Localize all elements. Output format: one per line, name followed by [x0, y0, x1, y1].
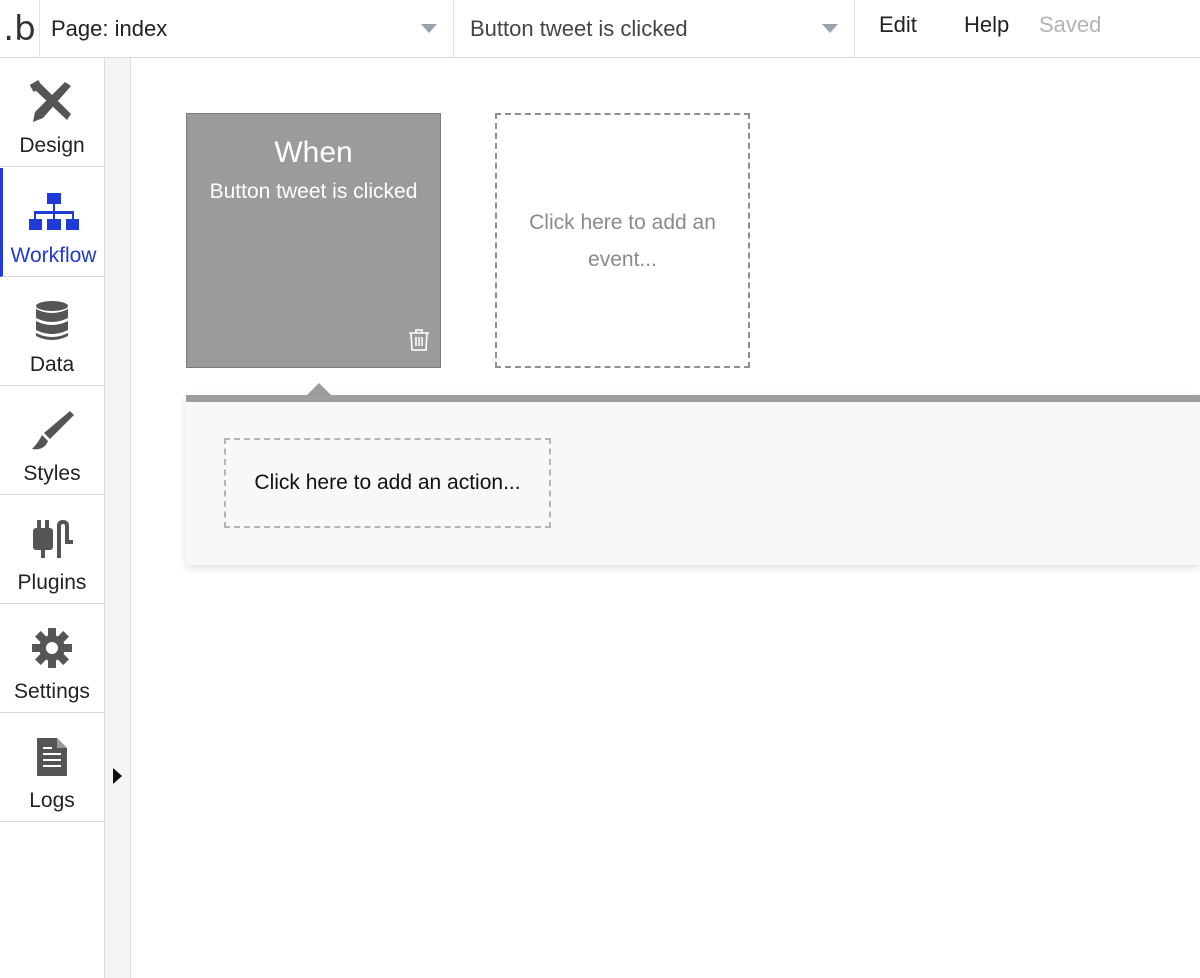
event-card-event-name: Button tweet is clicked [209, 180, 418, 203]
event-dropdown[interactable]: Button tweet is clicked [455, 0, 855, 57]
trash-icon[interactable] [408, 328, 430, 357]
expand-panel-arrow-icon[interactable] [113, 768, 122, 784]
sidebar-item-label: Data [29, 353, 75, 376]
sidebar-gutter [105, 58, 131, 978]
gear-icon [31, 626, 73, 670]
design-icon [29, 80, 75, 124]
help-menu[interactable]: Help [964, 12, 1009, 38]
bubble-logo[interactable]: .b [0, 0, 40, 57]
add-event-box[interactable]: Click here to add an event... [495, 113, 750, 368]
sidebar-item-label: Styles [23, 462, 81, 485]
plugin-icon [29, 517, 75, 561]
sidebar-item-styles[interactable]: Styles [0, 386, 104, 495]
event-dropdown-label: Button tweet is clicked [470, 15, 688, 41]
workflow-icon [28, 190, 79, 234]
sidebar-item-logs[interactable]: Logs [0, 713, 104, 822]
brush-icon [30, 408, 74, 452]
sidebar-item-data[interactable]: Data [0, 277, 104, 386]
event-card-title: When [274, 136, 353, 169]
sidebar-item-settings[interactable]: Settings [0, 604, 104, 713]
document-icon [35, 735, 69, 779]
chevron-down-icon [421, 24, 437, 33]
sidebar-item-design[interactable]: Design [0, 58, 104, 167]
add-action-box[interactable]: Click here to add an action... [224, 438, 551, 528]
sidebar-item-label: Plugins [17, 571, 87, 594]
database-icon [35, 299, 69, 343]
saved-status: Saved [1039, 12, 1102, 37]
page-dropdown[interactable]: Page: index [41, 0, 454, 57]
page-dropdown-label: Page: index [51, 15, 168, 41]
sidebar-item-plugins[interactable]: Plugins [0, 495, 104, 604]
sidebar-item-workflow[interactable]: Workflow [0, 168, 104, 277]
sidebar-item-label: Design [19, 134, 85, 157]
top-bar: .b Page: index Button tweet is clicked E… [0, 0, 1200, 58]
sidebar-item-label: Workflow [10, 244, 97, 267]
event-card[interactable]: When Button tweet is clicked [186, 113, 441, 368]
chevron-down-icon [822, 24, 838, 33]
sidebar-item-label: Logs [29, 789, 75, 812]
sidebar: Design Workflow Data Styles Plugins Sett… [0, 58, 105, 978]
sidebar-item-label: Settings [14, 680, 90, 703]
edit-menu[interactable]: Edit [879, 12, 917, 38]
